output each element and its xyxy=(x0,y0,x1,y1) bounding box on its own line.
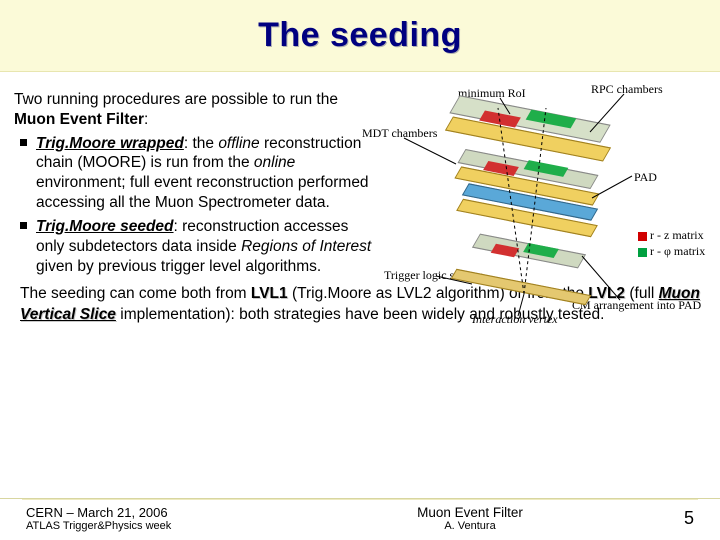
bullet1-s5: environment; full event reconstruction p… xyxy=(36,174,369,211)
red-square-icon xyxy=(638,232,647,241)
label-pad: PAD xyxy=(634,170,657,185)
label-rphi: r - φ matrix xyxy=(638,244,705,259)
label-vertex: Interaction vertex xyxy=(472,312,558,327)
bullet-1: Trig.Moore wrapped: the offline reconstr… xyxy=(14,134,372,213)
intro-paragraph: Two running procedures are possible to r… xyxy=(14,90,372,130)
label-rz: r - z matrix xyxy=(638,228,704,243)
main-content: Two running procedures are possible to r… xyxy=(0,72,720,282)
bullet1-s4: online xyxy=(254,154,295,171)
label-mdt: MDT chambers xyxy=(362,126,437,141)
bullet-square-icon xyxy=(20,222,27,229)
label-rpc: RPC chambers xyxy=(591,82,663,97)
bullet1-s2: offline xyxy=(218,135,259,152)
rz-text: r - z matrix xyxy=(650,228,704,242)
footer-author: A. Ventura xyxy=(286,520,654,532)
title-band: The seeding xyxy=(0,0,720,72)
bullet1-s1: : the xyxy=(184,135,218,152)
bullet2-s2: Regions of Interest xyxy=(241,238,371,255)
intro-emph: Muon Event Filter xyxy=(14,111,144,128)
green-square-icon xyxy=(638,248,647,257)
footer: CERN – March 21, 2006 ATLAS Trigger&Phys… xyxy=(0,498,720,532)
slab-sector xyxy=(451,269,592,305)
text-column: Two running procedures are possible to r… xyxy=(14,90,372,276)
footer-event: ATLAS Trigger&Physics week xyxy=(26,520,286,532)
footer-venue: CERN – March 21, 2006 xyxy=(26,505,286,520)
bullet2-head: Trig.Moore seeded xyxy=(36,218,174,235)
bullet2-s3: given by previous trigger level algorith… xyxy=(36,258,321,275)
rphi-text: r - φ matrix xyxy=(650,244,705,258)
bullet1-head: Trig.Moore wrapped xyxy=(36,135,184,152)
intro-pre: Two running procedures are possible to r… xyxy=(14,91,338,108)
diagram-column: minimum RoI RPC chambers MDT chambers PA… xyxy=(372,90,706,276)
footer-middle: Muon Event Filter A. Ventura xyxy=(286,499,654,532)
label-cm: CM arrangement into PAD xyxy=(572,298,701,313)
detector-diagram: minimum RoI RPC chambers MDT chambers PA… xyxy=(376,84,706,334)
intro-post: : xyxy=(144,111,148,128)
cp-lvl1: LVL1 xyxy=(251,285,288,302)
footer-topic: Muon Event Filter xyxy=(286,505,654,520)
bullet-2: Trig.Moore seeded: reconstruction access… xyxy=(14,217,372,276)
slide-title: The seeding xyxy=(258,16,462,55)
cp-t1: The seeding can come both from xyxy=(20,285,251,302)
bullet-square-icon xyxy=(20,139,27,146)
footer-left: CERN – March 21, 2006 ATLAS Trigger&Phys… xyxy=(26,499,286,532)
footer-page: 5 xyxy=(654,502,694,529)
